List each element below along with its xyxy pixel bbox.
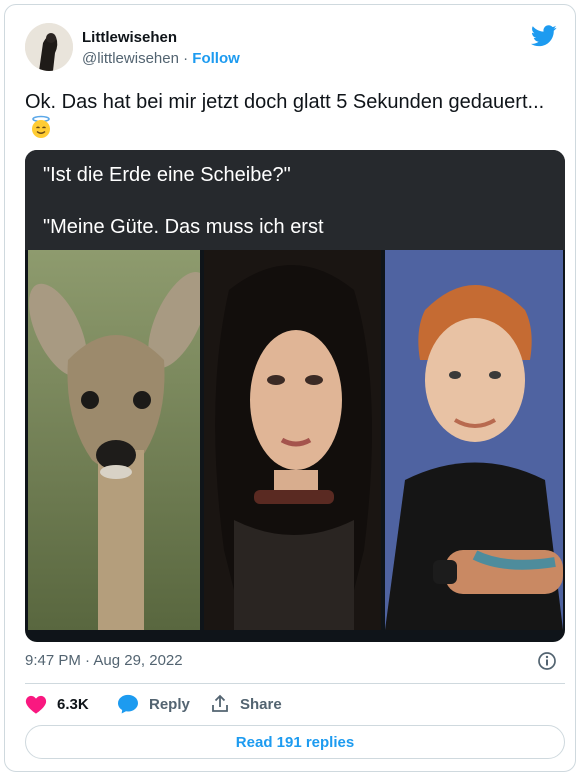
deer-photo <box>28 250 200 630</box>
author-handle[interactable]: @littlewisehen <box>82 50 179 67</box>
follow-button[interactable]: Follow <box>192 50 240 67</box>
smiling-face-with-halo-icon <box>29 115 53 139</box>
like-button[interactable]: 6.3K <box>25 694 89 714</box>
divider <box>25 683 565 684</box>
caption-line-2: "Meine Güte. Das muss ich erst <box>43 216 324 238</box>
tweet-body: Ok. Das hat bei mir jetzt doch glatt 5 S… <box>25 91 545 113</box>
twitter-bird-icon[interactable] <box>530 25 557 47</box>
share-icon <box>210 694 230 714</box>
tweet-media[interactable]: "Ist die Erde eine Scheibe?" "Meine Güte… <box>25 150 565 642</box>
share-label: Share <box>240 695 282 713</box>
handle-separator: · <box>178 50 193 67</box>
caption-line-1: "Ist die Erde eine Scheibe?" <box>43 164 291 186</box>
reply-button[interactable]: Reply <box>117 694 190 714</box>
heart-icon <box>25 694 47 714</box>
info-icon[interactable] <box>537 651 557 671</box>
tweet-text: Ok. Das hat bei mir jetzt doch glatt 5 S… <box>25 89 555 141</box>
meme-photos <box>25 250 565 630</box>
man-photo <box>385 250 563 630</box>
avatar[interactable] <box>25 23 73 71</box>
reply-bubble-icon <box>117 694 139 714</box>
author-handle-line: @littlewisehen · Follow <box>82 50 240 67</box>
share-button[interactable]: Share <box>210 694 282 714</box>
meme-caption: "Ist die Erde eine Scheibe?" "Meine Güte… <box>25 150 565 250</box>
author-name[interactable]: Littlewisehen <box>82 29 177 46</box>
reply-label: Reply <box>149 695 190 713</box>
tweet-timestamp[interactable]: 9:47 PM · Aug 29, 2022 <box>25 652 183 669</box>
tweet-card: Littlewisehen @littlewisehen · Follow Ok… <box>4 4 576 772</box>
read-replies-button[interactable]: Read 191 replies <box>25 725 565 759</box>
like-count: 6.3K <box>57 695 89 713</box>
woman-photo <box>204 250 381 630</box>
